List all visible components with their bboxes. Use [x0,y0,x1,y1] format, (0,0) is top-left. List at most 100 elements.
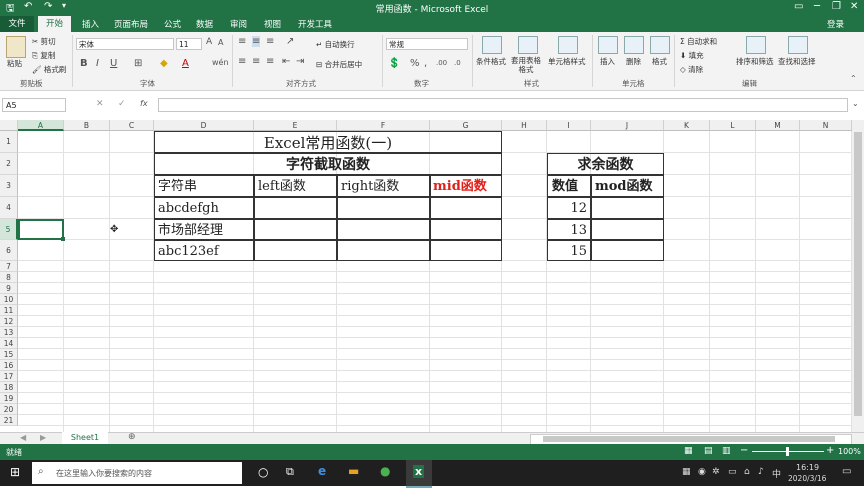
row-header-7[interactable]: 7 [0,261,18,272]
mid-result-cell[interactable] [430,219,502,240]
column-header-F[interactable]: F [337,120,430,131]
left-result-cell[interactable] [254,219,337,240]
phonetic-icon[interactable]: wén [212,58,229,67]
horizontal-scroll-thumb[interactable] [543,436,835,442]
mid-result-cell[interactable] [430,240,502,261]
ribbon-options-icon[interactable]: ▭ [794,1,803,12]
close-icon[interactable]: ✕ [850,1,858,12]
mod-result-cell[interactable] [591,197,664,219]
task-view-icon[interactable]: ⧉ [286,465,294,479]
ime-indicator[interactable]: 中 [772,467,781,480]
font-color-icon[interactable]: A [182,58,189,69]
zoom-slider-thumb[interactable] [786,447,789,456]
paste-button[interactable]: 粘贴 [7,58,22,69]
zoom-level[interactable]: 100% [838,447,861,456]
format-as-table-button[interactable]: 套用表格格式 [508,56,544,74]
clear-button[interactable]: ◇ 清除 [680,64,703,75]
tab-review[interactable]: 审阅 [230,18,247,30]
row-header-1[interactable]: 1 [0,131,18,153]
string-cell[interactable]: 市场部经理 [154,219,254,240]
col-header-value[interactable]: 数值 [547,175,591,197]
vertical-scroll-thumb[interactable] [854,132,862,416]
italic-icon[interactable]: I [96,58,99,69]
autosum-button[interactable]: Σ 自动求和 [680,36,717,47]
right-result-cell[interactable] [337,219,430,240]
format-as-table-icon[interactable] [518,36,538,54]
minimize-icon[interactable]: ─ [814,1,820,12]
tray-wechat-icon[interactable]: ◉ [698,467,706,477]
value-cell[interactable]: 15 [547,240,591,261]
percent-icon[interactable]: % [410,58,420,69]
column-header-G[interactable]: G [430,120,502,131]
clock-date[interactable]: 2020/3/16 [788,474,826,483]
collapse-ribbon-icon[interactable]: ⌃ [850,74,857,83]
paste-icon[interactable] [6,36,26,58]
row-header-11[interactable]: 11 [0,305,18,316]
row-header-18[interactable]: 18 [0,382,18,393]
font-name-select[interactable]: 宋体 [76,38,174,50]
find-select-icon[interactable] [788,36,808,54]
next-sheet-icon[interactable]: ▶ [40,433,46,442]
align-bottom-icon[interactable]: ≡ [266,36,274,47]
row-header-16[interactable]: 16 [0,360,18,371]
number-format-select[interactable]: 常规 [386,38,468,50]
taskbar-search-box[interactable]: ⌕ 在这里输入你要搜索的内容 [32,462,242,484]
conditional-format-icon[interactable] [482,36,502,54]
string-cell[interactable]: abc123ef [154,240,254,261]
insert-cells-icon[interactable] [598,36,618,54]
tab-file[interactable]: 文件 [0,16,34,32]
cell-styles-button[interactable]: 单元格样式 [548,56,586,67]
row-header-21[interactable]: 21 [0,415,18,426]
insert-cells-button[interactable]: 插入 [600,56,615,67]
merge-center-button[interactable]: ⊟ 合并后居中 [316,59,362,70]
value-cell[interactable]: 13 [547,219,591,240]
tab-insert[interactable]: 插入 [82,18,99,30]
cut-button[interactable]: ✂ 剪切 [32,36,56,47]
tray-wifi-icon[interactable]: ▭ [728,467,737,477]
row-header-6[interactable]: 6 [0,240,18,261]
fill-handle[interactable] [61,237,65,241]
column-header-N[interactable]: N [800,120,852,131]
column-header-B[interactable]: B [64,120,110,131]
column-header-E[interactable]: E [254,120,337,131]
comma-icon[interactable]: , [424,58,427,69]
align-right-icon[interactable]: ≡ [266,56,274,67]
tab-formulas[interactable]: 公式 [164,18,181,30]
column-header-M[interactable]: M [756,120,800,131]
mid-result-cell[interactable] [430,197,502,219]
find-select-button[interactable]: 查找和选择 [778,56,816,67]
tab-view[interactable]: 视图 [264,18,281,30]
right-result-cell[interactable] [337,197,430,219]
row-header-19[interactable]: 19 [0,393,18,404]
row-header-5[interactable]: 5 [0,219,18,240]
wrap-text-button[interactable]: ↵ 自动换行 [316,39,355,50]
col-header-string[interactable]: 字符串 [154,175,254,197]
sheet-title-cell[interactable]: Excel常用函数(一) [154,131,502,153]
right-table-header[interactable]: 求余函数 [547,153,664,175]
insert-function-icon[interactable]: fx [140,99,148,108]
row-header-2[interactable]: 2 [0,153,18,175]
column-header-C[interactable]: C [110,120,154,131]
increase-decimal-icon[interactable]: .00 [436,59,447,67]
notification-icon[interactable]: ▭ [842,466,851,477]
edge-icon[interactable]: e [318,464,326,478]
windows-start-icon[interactable]: ⊞ [10,465,20,479]
decrease-indent-icon[interactable]: ⇤ [282,56,290,67]
format-cells-icon[interactable] [650,36,670,54]
align-center-icon[interactable]: ≡ [252,56,260,67]
delete-cells-icon[interactable] [624,36,644,54]
page-layout-view-icon[interactable]: ▤ [704,446,713,456]
bold-icon[interactable]: B [80,58,88,69]
conditional-format-button[interactable]: 条件格式 [476,56,506,67]
left-result-cell[interactable] [254,240,337,261]
string-cell[interactable]: abcdefgh [154,197,254,219]
tab-data[interactable]: 数据 [196,18,213,30]
prev-sheet-icon[interactable]: ◀ [20,433,26,442]
expand-formula-icon[interactable]: ⌄ [852,99,859,108]
normal-view-icon[interactable]: ▦ [684,446,693,456]
file-explorer-icon[interactable]: ▬ [348,464,359,478]
vertical-scrollbar[interactable] [852,120,864,432]
row-header-14[interactable]: 14 [0,338,18,349]
tray-network-icon[interactable]: ⌂ [744,467,750,477]
format-painter-button[interactable]: 🖌 格式刷 [32,64,66,75]
